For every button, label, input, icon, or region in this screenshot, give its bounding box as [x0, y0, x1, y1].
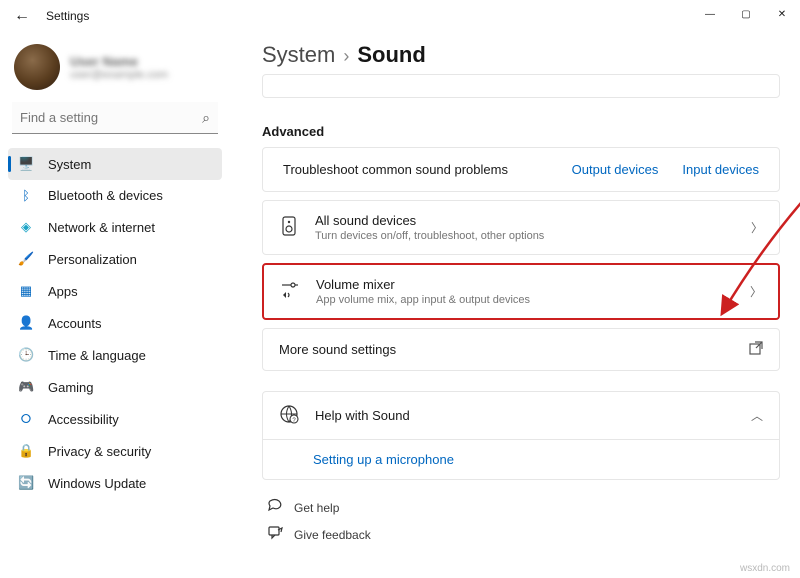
feedback-icon	[266, 525, 284, 544]
help-icon	[266, 498, 284, 517]
external-link-icon	[749, 341, 763, 358]
chevron-right-icon: 〉	[751, 219, 763, 236]
sidebar-item-windows-update[interactable]: 🔄 Windows Update	[8, 467, 222, 499]
sidebar: User Name user@example.com ⌕ 🖥️ System ᛒ Bl…	[0, 32, 230, 578]
sidebar-item-accessibility[interactable]: ⭘ Accessibility	[8, 403, 222, 435]
nav-label: System	[48, 157, 91, 172]
window-title: Settings	[46, 9, 89, 23]
help-header[interactable]: ? Help with Sound ︿	[263, 392, 779, 439]
nav-label: Apps	[48, 284, 78, 299]
nav-icon: 🔄	[18, 475, 34, 491]
section-advanced: Advanced	[262, 124, 780, 139]
more-sound-title: More sound settings	[279, 342, 733, 357]
all-devices-desc: Turn devices on/off, troubleshoot, other…	[315, 230, 735, 242]
troubleshoot-label: Troubleshoot common sound problems	[283, 162, 556, 177]
nav-label: Personalization	[48, 252, 137, 267]
profile-info: User Name user@example.com	[70, 54, 168, 81]
nav-label: Bluetooth & devices	[48, 188, 163, 203]
sidebar-item-gaming[interactable]: 🎮 Gaming	[8, 371, 222, 403]
nav-label: Time & language	[48, 348, 146, 363]
nav-icon: ◈	[18, 219, 34, 235]
sidebar-item-personalization[interactable]: 🖌️ Personalization	[8, 243, 222, 275]
volume-mixer-title: Volume mixer	[316, 277, 734, 292]
link-output-devices[interactable]: Output devices	[572, 162, 659, 177]
profile-email: user@example.com	[70, 69, 168, 81]
minimize-button[interactable]: —	[692, 0, 728, 28]
nav-icon: ᛒ	[18, 188, 34, 203]
close-icon: ✕	[778, 9, 786, 20]
give-feedback-label: Give feedback	[294, 528, 371, 542]
help-title: Help with Sound	[315, 408, 735, 423]
chevron-right-icon: 〉	[750, 283, 762, 300]
mixer-icon	[280, 281, 300, 302]
minimize-icon: —	[705, 9, 715, 20]
chevron-up-icon: ︿	[751, 407, 763, 424]
sidebar-item-accounts[interactable]: 👤 Accounts	[8, 307, 222, 339]
back-button[interactable]: ←	[8, 2, 36, 30]
sidebar-item-time-language[interactable]: 🕒 Time & language	[8, 339, 222, 371]
link-setup-microphone[interactable]: Setting up a microphone	[313, 452, 454, 467]
nav-label: Gaming	[48, 380, 94, 395]
speaker-icon	[279, 216, 299, 239]
nav-label: Privacy & security	[48, 444, 151, 459]
watermark: wsxdn.com	[740, 563, 790, 574]
link-input-devices[interactable]: Input devices	[682, 162, 759, 177]
search-wrap: ⌕	[12, 102, 218, 134]
search-icon: ⌕	[202, 110, 210, 127]
sidebar-item-apps[interactable]: ▦ Apps	[8, 275, 222, 307]
card-help-with-sound: ? Help with Sound ︿ Setting up a microph…	[262, 391, 780, 480]
card-troubleshoot: Troubleshoot common sound problems Outpu…	[262, 147, 780, 192]
nav-label: Accounts	[48, 316, 101, 331]
search-input[interactable]	[12, 102, 218, 134]
breadcrumb: System › Sound	[262, 42, 780, 68]
nav-icon: 🖌️	[18, 251, 34, 267]
volume-mixer-desc: App volume mix, app input & output devic…	[316, 294, 734, 306]
sidebar-item-privacy-security[interactable]: 🔒 Privacy & security	[8, 435, 222, 467]
nav-icon: 🖥️	[18, 156, 34, 172]
arrow-left-icon: ←	[14, 7, 30, 25]
nav-label: Accessibility	[48, 412, 119, 427]
breadcrumb-current: Sound	[357, 42, 425, 68]
nav-icon: ⭘	[18, 411, 34, 427]
globe-help-icon: ?	[279, 404, 299, 427]
close-button[interactable]: ✕	[764, 0, 800, 28]
main-content: System › Sound Advanced Troubleshoot com…	[230, 32, 800, 578]
nav-label: Windows Update	[48, 476, 146, 491]
avatar	[14, 44, 60, 90]
sidebar-item-bluetooth-devices[interactable]: ᛒ Bluetooth & devices	[8, 180, 222, 211]
nav-label: Network & internet	[48, 220, 155, 235]
maximize-button[interactable]: ▢	[728, 0, 764, 28]
sidebar-item-system[interactable]: 🖥️ System	[8, 148, 222, 180]
chevron-right-icon: ›	[343, 46, 349, 67]
nav-icon: ▦	[18, 283, 34, 299]
card-spacer	[262, 74, 780, 98]
nav-icon: 👤	[18, 315, 34, 331]
nav-icon: 🎮	[18, 379, 34, 395]
give-feedback-link[interactable]: Give feedback	[262, 521, 780, 548]
profile[interactable]: User Name user@example.com	[8, 38, 222, 102]
nav-icon: 🔒	[18, 443, 34, 459]
get-help-label: Get help	[294, 501, 339, 515]
titlebar: ← Settings — ▢ ✕	[0, 0, 800, 32]
footer-links: Get help Give feedback	[262, 494, 780, 548]
nav-list: 🖥️ System ᛒ Bluetooth & devices ◈ Network & i…	[8, 148, 222, 499]
all-devices-title: All sound devices	[315, 213, 735, 228]
sidebar-item-network-internet[interactable]: ◈ Network & internet	[8, 211, 222, 243]
nav-icon: 🕒	[18, 347, 34, 363]
maximize-icon: ▢	[741, 9, 750, 20]
card-all-sound-devices[interactable]: All sound devices Turn devices on/off, t…	[262, 200, 780, 255]
profile-name: User Name	[70, 54, 168, 69]
card-volume-mixer[interactable]: Volume mixer App volume mix, app input &…	[262, 263, 780, 320]
card-more-sound-settings[interactable]: More sound settings	[262, 328, 780, 371]
breadcrumb-parent[interactable]: System	[262, 42, 335, 68]
get-help-link[interactable]: Get help	[262, 494, 780, 521]
